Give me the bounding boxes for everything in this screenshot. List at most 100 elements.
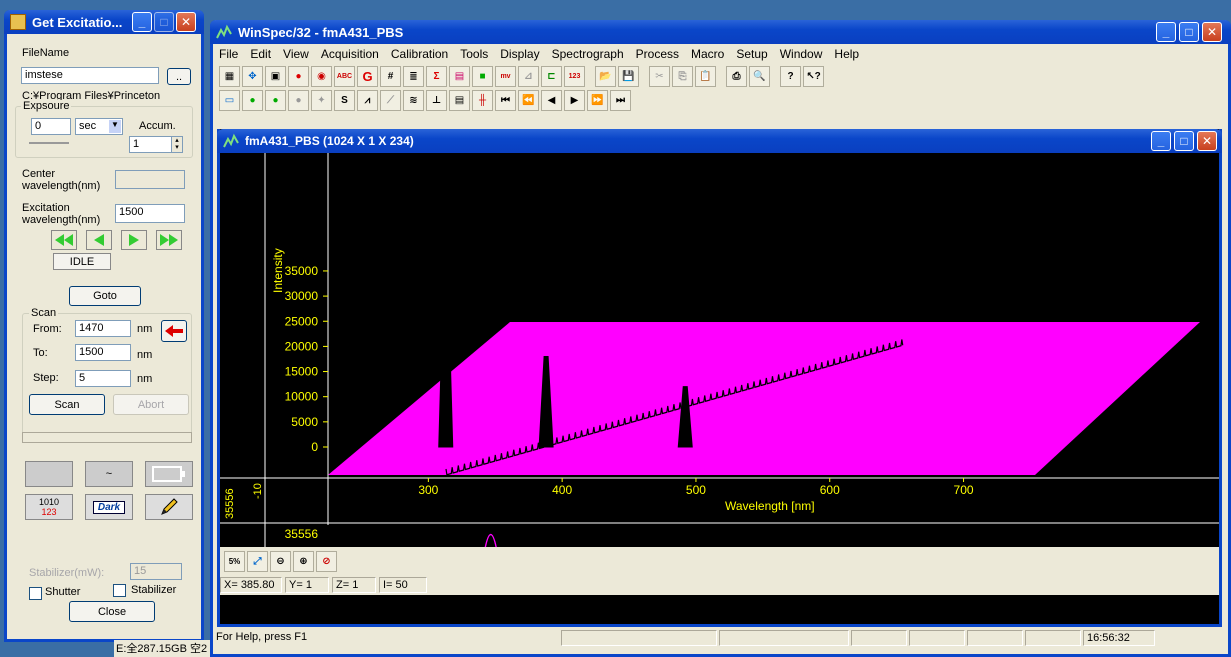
data-minimize-button[interactable]: _: [1151, 131, 1171, 151]
color-map-icon[interactable]: ■: [472, 65, 493, 87]
lines-icon[interactable]: ≣: [403, 65, 424, 87]
waterfall-icon[interactable]: ≋: [403, 89, 424, 111]
app-icon: [10, 14, 26, 30]
to-input[interactable]: 1500: [75, 344, 131, 361]
maximize-button[interactable]: □: [154, 12, 174, 32]
menu-setup[interactable]: Setup: [736, 47, 767, 61]
eye-icon[interactable]: ◉: [311, 65, 332, 87]
accum-spinner[interactable]: ▴ ▾: [171, 136, 183, 153]
scan-button[interactable]: Scan: [29, 394, 105, 415]
axis-icon[interactable]: ⊥: [426, 89, 447, 111]
filename-input[interactable]: imstese: [21, 67, 159, 84]
menu-edit[interactable]: Edit: [250, 47, 271, 61]
fast-rewind-button[interactable]: [51, 230, 77, 250]
abc-icon[interactable]: ABC: [334, 65, 355, 87]
menu-window[interactable]: Window: [780, 47, 823, 61]
hash-grid-icon[interactable]: #: [380, 65, 401, 87]
menu-macro[interactable]: Macro: [691, 47, 724, 61]
from-input[interactable]: 1470: [75, 320, 131, 337]
spectrum-icon[interactable]: ⊿: [518, 65, 539, 87]
autoscale-icon[interactable]: ⤢: [247, 550, 268, 572]
shutter-checkbox[interactable]: [29, 587, 42, 600]
main-close-icon[interactable]: ✕: [1202, 22, 1222, 42]
percent-icon[interactable]: 5%: [224, 550, 245, 572]
first-frame-icon[interactable]: ⏮: [495, 89, 516, 111]
goto-button[interactable]: Goto: [69, 286, 141, 306]
close-icon[interactable]: ✕: [176, 12, 196, 32]
data-window-title-bar[interactable]: fmA431_PBS (1024 X 1 X 234) _ □ ✕: [217, 129, 1222, 153]
menu-spectrograph[interactable]: Spectrograph: [552, 47, 624, 61]
print-icon[interactable]: ⎙: [726, 65, 747, 87]
menu-calibration[interactable]: Calibration: [391, 47, 448, 61]
excitation-dialog: Get Excitatio... _ □ ✕ FileName imstese …: [4, 10, 204, 642]
tilde-button[interactable]: ~: [85, 461, 133, 487]
main-maximize-button[interactable]: □: [1179, 22, 1199, 42]
save-icon[interactable]: 💾: [618, 65, 639, 87]
print-preview-icon[interactable]: 🔍: [749, 65, 770, 87]
image-icon[interactable]: ▤: [449, 65, 470, 87]
step-back-button[interactable]: [86, 230, 112, 250]
main-minimize-button[interactable]: _: [1156, 22, 1176, 42]
browse-button[interactable]: ..: [167, 68, 191, 85]
battery-button[interactable]: [145, 461, 193, 487]
prev-frame-icon[interactable]: ◀: [541, 89, 562, 111]
open-file-icon[interactable]: 📂: [595, 65, 616, 87]
grid-icon[interactable]: ▦: [219, 65, 240, 87]
data-close-icon[interactable]: ✕: [1197, 131, 1217, 151]
data-window-title: fmA431_PBS (1024 X 1 X 234): [245, 134, 414, 148]
calculator-icon[interactable]: ▤: [449, 89, 470, 111]
copy-wavelength-button[interactable]: [161, 320, 187, 342]
help-icon[interactable]: ?: [780, 65, 801, 87]
marker-icon[interactable]: ╫: [472, 89, 493, 111]
menu-display[interactable]: Display: [500, 47, 539, 61]
sigma-icon[interactable]: Σ: [426, 65, 447, 87]
peak-icon[interactable]: ⩘: [357, 89, 378, 111]
dark-button[interactable]: Dark: [85, 494, 133, 520]
fast-forward-button[interactable]: [156, 230, 182, 250]
dialog-title-bar[interactable]: Get Excitatio... _ □ ✕: [4, 10, 204, 34]
menu-acquisition[interactable]: Acquisition: [321, 47, 379, 61]
step-forward-button[interactable]: [121, 230, 147, 250]
counter-icon[interactable]: 123: [564, 65, 585, 87]
context-help-icon[interactable]: ↖?: [803, 65, 824, 87]
forward-frame-icon[interactable]: ⏩: [587, 89, 608, 111]
exposure-unit-select[interactable]: sec ▼: [75, 118, 123, 135]
exposure-divider: [29, 142, 69, 144]
chevron-down-icon[interactable]: ▼: [109, 120, 121, 133]
stop-icon[interactable]: ●: [288, 65, 309, 87]
step-input[interactable]: 5: [75, 370, 131, 387]
next-frame-icon[interactable]: ▶: [564, 89, 585, 111]
mv-icon[interactable]: mv: [495, 65, 516, 87]
menu-tools[interactable]: Tools: [460, 47, 488, 61]
zoom-in-icon[interactable]: ⊕: [293, 550, 314, 572]
g-icon[interactable]: G: [357, 65, 378, 87]
step-icon[interactable]: ⊏: [541, 65, 562, 87]
single-frame-icon[interactable]: S: [334, 89, 355, 111]
exposure-input[interactable]: 0: [31, 118, 71, 135]
acq-icon[interactable]: ●: [242, 89, 263, 111]
zoom-reset-icon[interactable]: ⊘: [316, 550, 337, 572]
blank-button-1[interactable]: [25, 461, 73, 487]
close-button[interactable]: Close: [69, 601, 155, 622]
menu-file[interactable]: File: [219, 47, 238, 61]
data-maximize-button[interactable]: □: [1174, 131, 1194, 151]
zoom-out-icon[interactable]: ⊖: [270, 550, 291, 572]
minimize-button[interactable]: _: [132, 12, 152, 32]
rewind-frame-icon[interactable]: ⏪: [518, 89, 539, 111]
menu-process[interactable]: Process: [636, 47, 679, 61]
screen-icon[interactable]: ▭: [219, 89, 240, 111]
menu-help[interactable]: Help: [834, 47, 859, 61]
main-title-bar[interactable]: WinSpec/32 - fmA431_PBS _ □ ✕: [210, 20, 1231, 44]
bits-button[interactable]: 1010 123: [25, 494, 73, 520]
crosshair-icon[interactable]: ✥: [242, 65, 263, 87]
excitation-wavelength-input[interactable]: 1500: [115, 204, 185, 223]
last-frame-icon[interactable]: ⏭: [610, 89, 631, 111]
plot-area[interactable]: 0 5000 10000 15000 20000 25000 30000 35000 300 40…: [220, 153, 1219, 567]
blocks-icon[interactable]: ▣: [265, 65, 286, 87]
pencil-button[interactable]: [145, 494, 193, 520]
focus-icon[interactable]: ●: [265, 89, 286, 111]
accum-input[interactable]: 1: [129, 136, 173, 153]
menu-view[interactable]: View: [283, 47, 309, 61]
stabilizer-checkbox[interactable]: [113, 584, 126, 597]
spectrum-chart[interactable]: 0 5000 10000 15000 20000 25000 30000 35000 300 40…: [220, 153, 1219, 567]
